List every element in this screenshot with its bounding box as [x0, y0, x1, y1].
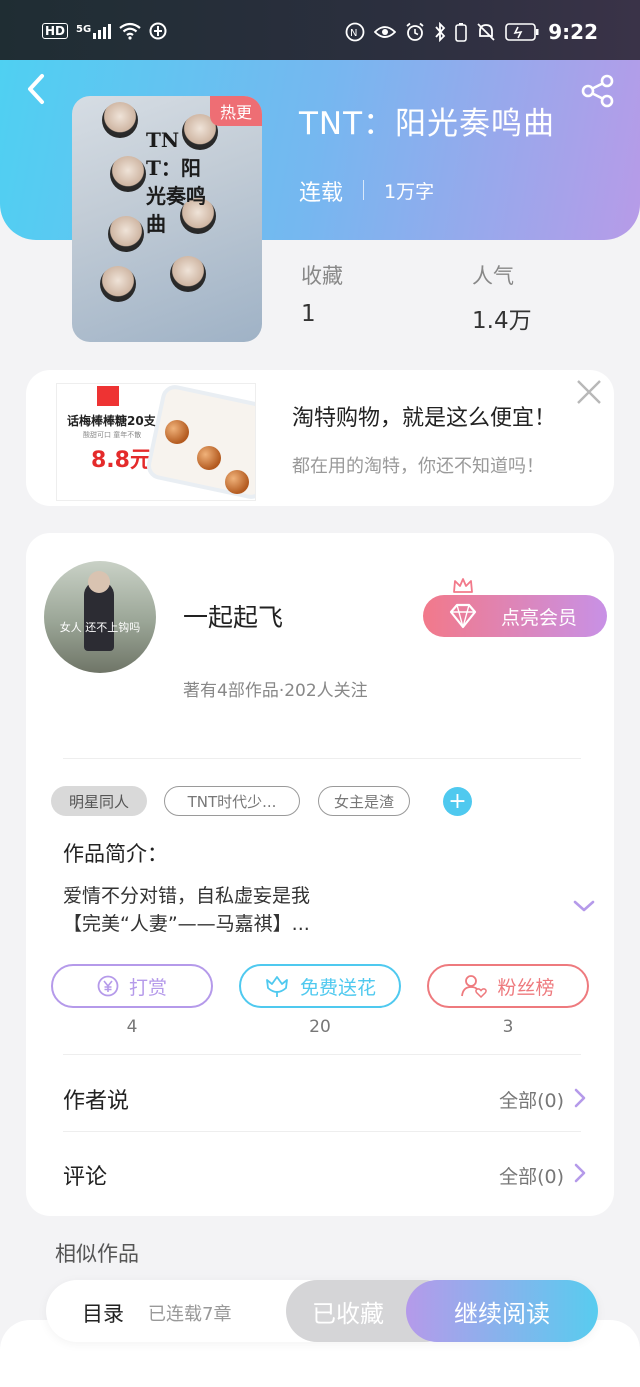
vip-button-label: 点亮会员	[500, 606, 577, 629]
wifi-icon	[119, 22, 141, 40]
favorited-label: 已收藏	[312, 1299, 384, 1328]
tag-item[interactable]: TNT时代少...	[164, 786, 300, 816]
eye-icon	[374, 26, 397, 38]
chevron-left-icon[interactable]	[22, 72, 52, 106]
divider	[63, 1054, 581, 1055]
mute-icon	[477, 23, 495, 41]
author-name[interactable]: 一起起飞	[183, 598, 283, 634]
tag-item[interactable]: 明星同人	[51, 786, 147, 816]
battery-small-icon	[455, 23, 468, 42]
stat-popularity-label: 人气	[472, 264, 514, 288]
vpn-icon	[149, 22, 167, 40]
send-flower-label: 免费送花	[299, 976, 376, 999]
chevron-right-icon	[574, 1163, 586, 1183]
battery-icon	[505, 23, 539, 41]
comments-label: 评论	[63, 1165, 108, 1190]
close-icon[interactable]	[576, 379, 602, 405]
fan-count: 3	[502, 1017, 514, 1037]
share-icon[interactable]	[580, 74, 616, 108]
alarm-icon	[406, 22, 424, 41]
chevron-right-icon	[574, 1088, 586, 1108]
ad-image[interactable]: 话梅棒棒糖20支 酸甜可口 童年不散 8.8元	[56, 383, 256, 501]
stat-favorites-value: 1	[301, 301, 316, 327]
book-cover[interactable]: TNT：阳光奏鸣曲	[72, 96, 262, 342]
ad-image-title: 话梅棒棒糖20支	[67, 414, 156, 428]
ad-title: 淘特购物，就是这么便宜！	[292, 406, 557, 431]
crown-icon	[453, 578, 473, 593]
nfc-icon: N	[345, 22, 365, 42]
bluetooth-icon	[435, 22, 446, 42]
yen-coin-icon	[97, 975, 119, 997]
status-left: HD 5G	[42, 22, 167, 40]
add-tag-button[interactable]: +	[443, 787, 472, 816]
chapter-count: 已连载7章	[148, 1304, 232, 1325]
book-word-count: 1万字	[384, 181, 435, 203]
status-bar: HD 5G N 9:22	[0, 0, 640, 60]
flower-icon	[266, 976, 288, 997]
svg-text:N: N	[350, 28, 357, 39]
similar-works-heading: 相似作品	[55, 1242, 139, 1266]
author-notes-label: 作者说	[63, 1089, 130, 1114]
hot-update-badge: 热更	[210, 96, 262, 126]
ad-subtitle: 都在用的淘特，你还不知道吗！	[292, 456, 544, 477]
continue-reading-button[interactable]: 继续阅读	[406, 1280, 598, 1342]
5g-signal-icon: 5G	[76, 23, 112, 39]
author-meta: 著有4部作品·202人关注	[183, 681, 368, 701]
divider	[63, 758, 581, 759]
divider	[63, 1131, 581, 1132]
toc-button[interactable]: 目录	[82, 1298, 124, 1328]
fan-user-icon	[461, 975, 488, 998]
ad-image-sub: 酸甜可口 童年不散	[83, 431, 142, 439]
author-notes-count: 全部(0)	[499, 1090, 564, 1112]
fan-rank-button[interactable]: 粉丝榜	[427, 964, 589, 1008]
comments-count: 全部(0)	[499, 1166, 564, 1188]
status-right: N 9:22	[345, 20, 598, 44]
status-time: 9:22	[548, 20, 598, 44]
intro-line: 【完美“人妻”——马嘉祺】...	[63, 913, 310, 935]
stat-favorites-label: 收藏	[301, 264, 343, 288]
avatar-caption: 女人 还不上钩吗	[59, 621, 141, 634]
hd-icon: HD	[42, 23, 69, 39]
book-status: 连载	[299, 181, 344, 206]
intro-line: 爱情不分对错，自私虚妄是我	[63, 885, 311, 907]
send-flower-button[interactable]: 免费送花	[239, 964, 401, 1008]
ad-image-price: 8.8元	[91, 448, 152, 473]
book-title: TNT：阳光奏鸣曲	[299, 106, 556, 142]
author-avatar[interactable]: 女人 还不上钩吗	[44, 561, 156, 673]
tip-label: 打赏	[128, 976, 167, 999]
ad-logo	[97, 386, 119, 406]
diamond-icon	[449, 603, 477, 629]
flower-count: 20	[309, 1017, 331, 1037]
continue-reading-label: 继续阅读	[454, 1299, 550, 1328]
chevron-down-icon[interactable]	[572, 897, 596, 915]
status-separator	[363, 180, 364, 200]
tag-item[interactable]: 女主是渣	[318, 786, 410, 816]
stat-popularity-value: 1.4万	[472, 308, 532, 334]
intro-label: 作品简介：	[63, 842, 168, 866]
tip-count: 4	[126, 1017, 138, 1037]
tip-button[interactable]: 打赏	[51, 964, 213, 1008]
fan-rank-label: 粉丝榜	[497, 976, 555, 999]
net-label: 5G	[76, 23, 92, 35]
cover-title: TNT：阳光奏鸣曲	[146, 128, 206, 236]
